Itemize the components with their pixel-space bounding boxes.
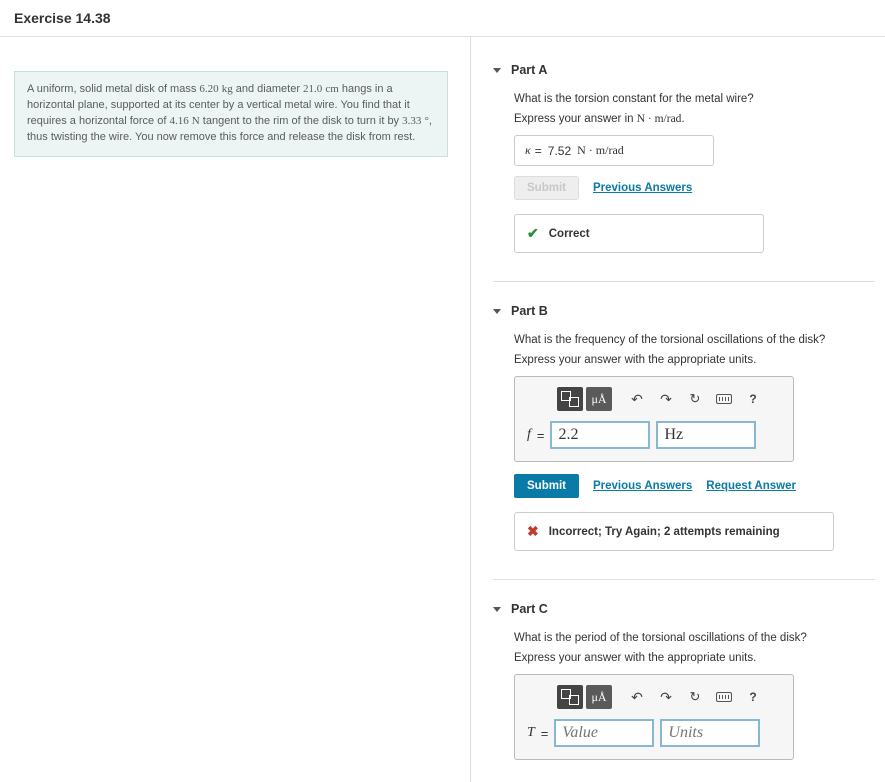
submit-button-disabled: Submit bbox=[514, 176, 579, 200]
part-a-answer-box: κ = 7.52 N · m/rad bbox=[514, 135, 714, 166]
help-icon[interactable] bbox=[740, 387, 766, 411]
part-a-header[interactable]: Part A bbox=[493, 63, 875, 77]
part-a: Part A What is the torsion constant for … bbox=[493, 63, 875, 253]
angle-value: 3.33 bbox=[402, 115, 421, 127]
caret-down-icon bbox=[493, 309, 501, 314]
force-value: 4.16 bbox=[169, 115, 188, 127]
part-b-question: What is the frequency of the torsional o… bbox=[514, 334, 875, 346]
part-b-var: f bbox=[527, 427, 531, 443]
symbols-button[interactable]: μÅ bbox=[586, 387, 612, 411]
part-b-title: Part B bbox=[511, 304, 548, 318]
part-c-body: What is the period of the torsional osci… bbox=[493, 632, 875, 760]
caret-down-icon bbox=[493, 607, 501, 612]
part-b-buttons: Submit Previous Answers Request Answer bbox=[514, 474, 875, 498]
undo-icon[interactable] bbox=[624, 685, 650, 709]
part-b-instruction: Express your answer with the appropriate… bbox=[514, 354, 875, 366]
part-c-header[interactable]: Part C bbox=[493, 602, 875, 616]
redo-icon[interactable] bbox=[653, 387, 679, 411]
equals-sign: = bbox=[535, 144, 542, 158]
part-c-input-panel: μÅ T = bbox=[514, 674, 794, 760]
diameter-unit: cm bbox=[325, 83, 338, 95]
part-b-body: What is the frequency of the torsional o… bbox=[493, 334, 875, 551]
previous-answers-link[interactable]: Previous Answers bbox=[593, 480, 692, 492]
request-answer-link[interactable]: Request Answer bbox=[706, 480, 796, 492]
divider bbox=[493, 281, 875, 282]
exercise-title: Exercise 14.38 bbox=[14, 10, 871, 26]
part-c-var: T bbox=[527, 725, 535, 741]
part-a-body: What is the torsion constant for the met… bbox=[493, 93, 875, 253]
part-a-var: κ bbox=[525, 143, 531, 158]
answers-column: Part A What is the torsion constant for … bbox=[470, 37, 885, 782]
redo-icon[interactable] bbox=[653, 685, 679, 709]
page-header: Exercise 14.38 bbox=[0, 0, 885, 37]
main-layout: A uniform, solid metal disk of mass 6.20… bbox=[0, 37, 885, 782]
previous-answers-link[interactable]: Previous Answers bbox=[593, 182, 692, 194]
problem-statement: A uniform, solid metal disk of mass 6.20… bbox=[14, 71, 448, 157]
x-icon: ✖ bbox=[527, 523, 539, 540]
keyboard-icon[interactable] bbox=[711, 685, 737, 709]
part-c-question: What is the period of the torsional osci… bbox=[514, 632, 875, 644]
part-a-value: 7.52 bbox=[548, 144, 571, 158]
submit-button[interactable]: Submit bbox=[514, 474, 579, 498]
symbols-button[interactable]: μÅ bbox=[586, 685, 612, 709]
problem-column: A uniform, solid metal disk of mass 6.20… bbox=[0, 37, 470, 782]
part-b-toolbar: μÅ bbox=[557, 387, 781, 411]
templates-icon[interactable] bbox=[557, 685, 583, 709]
templates-icon[interactable] bbox=[557, 387, 583, 411]
problem-text: A uniform, solid metal disk of mass bbox=[27, 83, 199, 95]
keyboard-icon[interactable] bbox=[711, 387, 737, 411]
reset-icon[interactable] bbox=[682, 387, 708, 411]
part-c-toolbar: μÅ bbox=[557, 685, 781, 709]
divider bbox=[493, 579, 875, 580]
instr-unit: N · m/rad bbox=[637, 113, 682, 125]
reset-icon[interactable] bbox=[682, 685, 708, 709]
part-b-feedback: ✖ Incorrect; Try Again; 2 attempts remai… bbox=[514, 512, 834, 551]
part-b-value-row: f = bbox=[527, 421, 781, 449]
caret-down-icon bbox=[493, 68, 501, 73]
part-c-value-input[interactable] bbox=[554, 719, 654, 747]
part-b-value-input[interactable] bbox=[550, 421, 650, 449]
part-a-question: What is the torsion constant for the met… bbox=[514, 93, 875, 105]
instr-prefix: Express your answer in bbox=[514, 113, 637, 125]
part-a-instruction: Express your answer in N · m/rad. bbox=[514, 113, 875, 125]
part-c-unit-input[interactable] bbox=[660, 719, 760, 747]
part-c-instruction: Express your answer with the appropriate… bbox=[514, 652, 875, 664]
force-unit: N bbox=[192, 115, 200, 127]
part-a-unit: N · m/rad bbox=[577, 143, 624, 158]
part-a-feedback: ✔ Correct bbox=[514, 214, 764, 253]
problem-text: tangent to the rim of the disk to turn i… bbox=[200, 115, 402, 127]
undo-icon[interactable] bbox=[624, 387, 650, 411]
part-b-unit-input[interactable] bbox=[656, 421, 756, 449]
part-b-input-panel: μÅ f = bbox=[514, 376, 794, 462]
instr-suffix: . bbox=[681, 113, 684, 125]
diameter-value: 21.0 bbox=[303, 83, 322, 95]
part-b: Part B What is the frequency of the tors… bbox=[493, 304, 875, 551]
part-c-title: Part C bbox=[511, 602, 548, 616]
check-icon: ✔ bbox=[527, 225, 539, 242]
part-a-feedback-text: Correct bbox=[549, 228, 590, 240]
equals-sign: = bbox=[537, 428, 545, 443]
equals-sign: = bbox=[541, 726, 549, 741]
mass-unit: kg bbox=[222, 83, 233, 95]
part-c-value-row: T = bbox=[527, 719, 781, 747]
help-icon[interactable] bbox=[740, 685, 766, 709]
mass-value: 6.20 bbox=[199, 83, 218, 95]
part-c: Part C What is the period of the torsion… bbox=[493, 602, 875, 760]
part-a-title: Part A bbox=[511, 63, 547, 77]
part-b-header[interactable]: Part B bbox=[493, 304, 875, 318]
part-a-buttons: Submit Previous Answers bbox=[514, 176, 875, 200]
part-b-feedback-text: Incorrect; Try Again; 2 attempts remaini… bbox=[549, 526, 780, 538]
problem-text: and diameter bbox=[233, 83, 303, 95]
